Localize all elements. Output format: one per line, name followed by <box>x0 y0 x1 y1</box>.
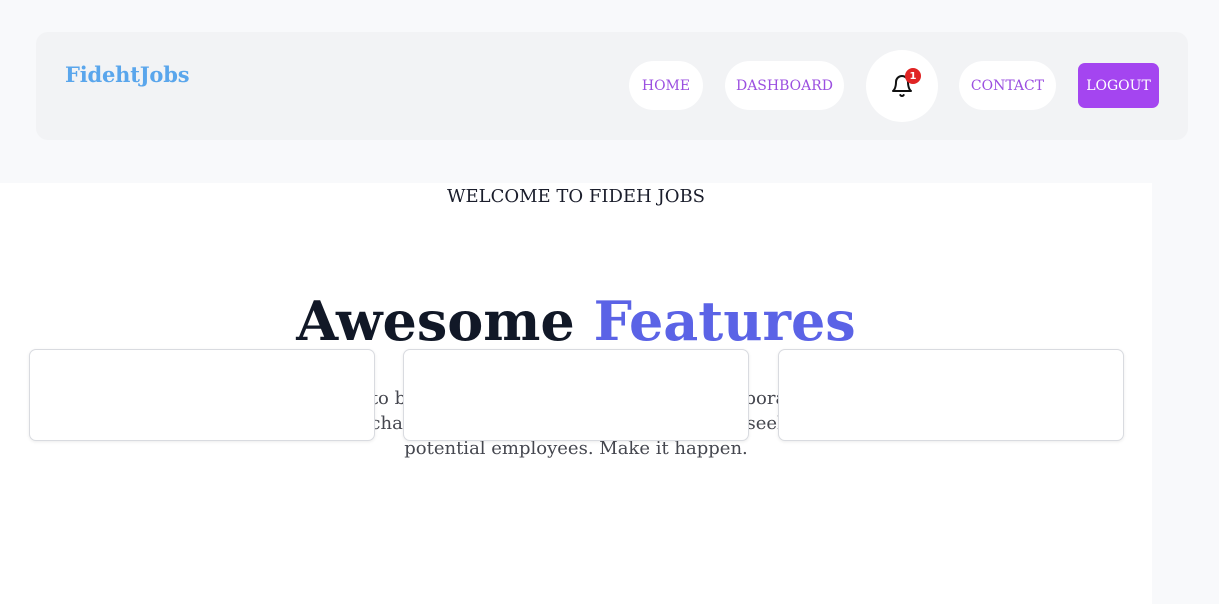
features-heading: Awesome Features <box>0 291 1152 351</box>
logout-button[interactable]: LOGOUT <box>1078 63 1159 108</box>
heading-part-features: Features <box>593 289 856 353</box>
feature-card <box>29 349 375 441</box>
welcome-text: WELCOME TO FIDEH JOBS <box>446 186 706 207</box>
brand-logo[interactable]: FidehtJobs <box>65 62 190 87</box>
feature-card <box>778 349 1124 441</box>
nav-home-link[interactable]: HOME <box>629 61 703 110</box>
nav-dashboard-link[interactable]: DASHBOARD <box>725 61 844 110</box>
notifications-button[interactable]: 1 <box>866 50 938 122</box>
nav-contact-link[interactable]: CONTACT <box>959 61 1056 110</box>
notification-count-badge: 1 <box>905 68 921 84</box>
navbar: FidehtJobs HOME DASHBOARD 1 CONTACT LOGO… <box>36 32 1188 140</box>
feature-card <box>403 349 749 441</box>
heading-part-awesome: Awesome <box>296 289 575 353</box>
bell-icon: 1 <box>890 68 921 98</box>
